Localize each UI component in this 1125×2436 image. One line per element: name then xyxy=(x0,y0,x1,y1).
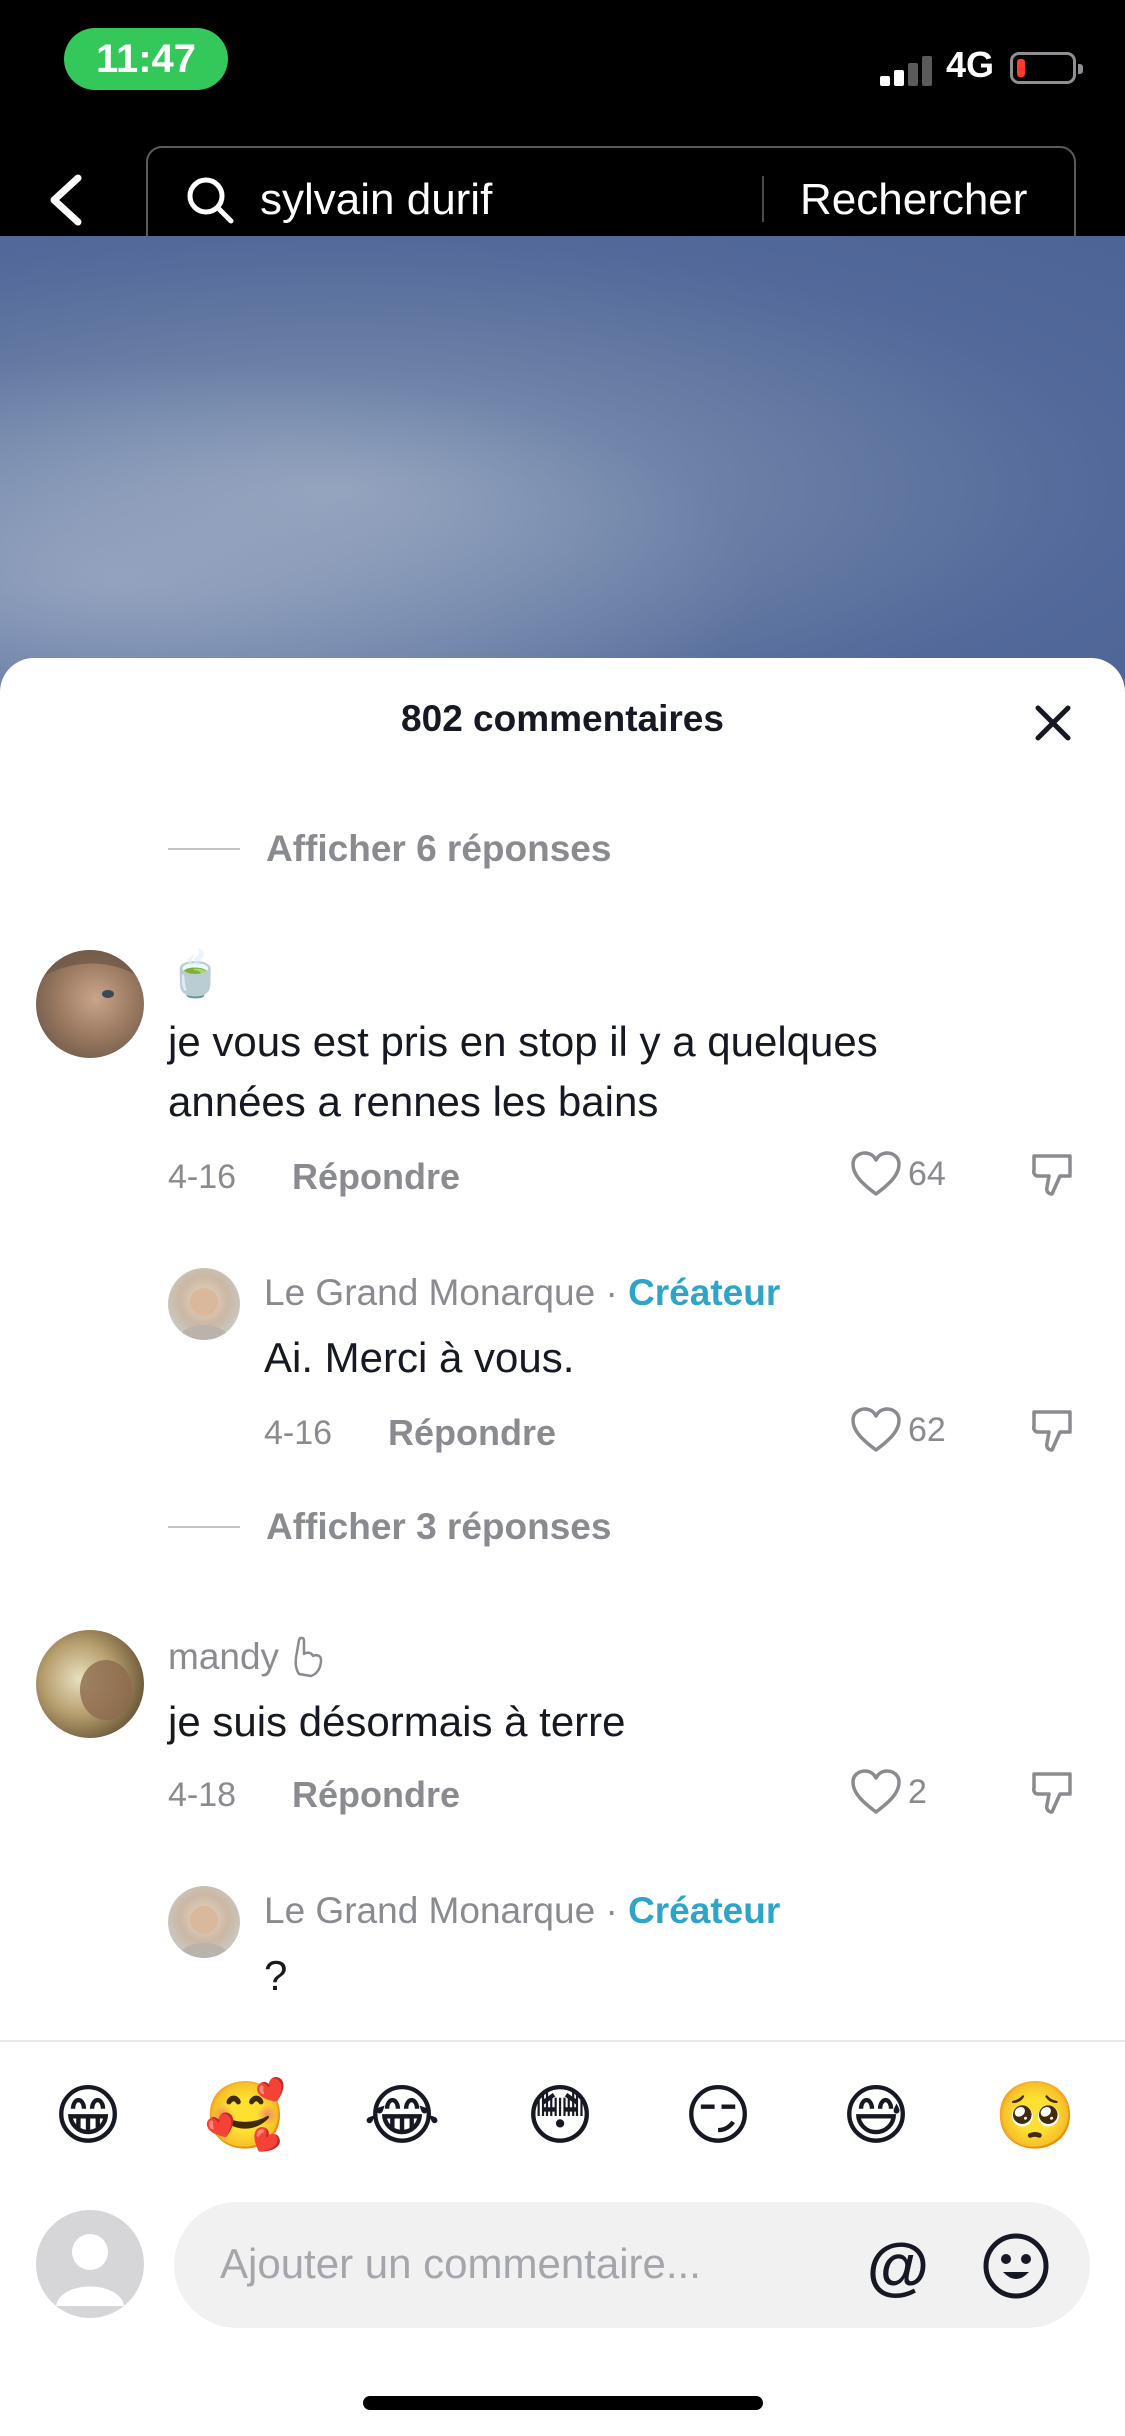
like-button[interactable]: 62 xyxy=(850,1406,946,1454)
dislike-icon[interactable] xyxy=(1030,1770,1076,1816)
heart-icon xyxy=(851,1769,901,1814)
creator-badge: Créateur xyxy=(628,1890,781,1931)
emoji-quick-bar: 😁 🥰 😂 😳 😏 😅 🥺 xyxy=(0,2040,1125,2164)
header-bar: 11:47 4G sylvain durif Rechercher xyxy=(0,0,1125,250)
reply-username: Le Grand Monarque · Créateur xyxy=(264,1890,781,1931)
signal-icon xyxy=(880,52,936,86)
user-avatar xyxy=(36,2210,144,2318)
home-indicator[interactable] xyxy=(363,2396,763,2410)
emoji-picker-icon[interactable] xyxy=(982,2232,1050,2300)
emoji-smiling-hearts-button[interactable]: 🥰 xyxy=(204,2076,286,2156)
heart-icon xyxy=(851,1151,901,1196)
chevron-left-icon xyxy=(50,174,82,226)
emoji-grinning-button[interactable]: 😁 xyxy=(48,2076,128,2156)
like-count: 62 xyxy=(908,1410,946,1449)
like-count: 2 xyxy=(908,1772,927,1811)
dislike-icon[interactable] xyxy=(1030,1408,1076,1454)
default-avatar-icon xyxy=(56,2234,124,2306)
network-type: 4G xyxy=(946,44,995,85)
like-button[interactable]: 64 xyxy=(850,1150,946,1198)
mention-button[interactable]: @ xyxy=(864,2232,932,2300)
back-button[interactable] xyxy=(36,164,96,234)
search-bar[interactable]: sylvain durif Rechercher xyxy=(146,146,1076,250)
emoji-pleading-button[interactable]: 🥺 xyxy=(994,2076,1076,2156)
emoji-sweat-smile-button[interactable]: 😅 xyxy=(836,2076,916,2156)
comment-date: 4-18 xyxy=(168,1776,237,1814)
comment-composer: Ajouter un commentaire... @ xyxy=(0,2164,1125,2354)
reply-username: Le Grand Monarque · Créateur xyxy=(264,1272,781,1313)
user-badge-emoji: 🍵 xyxy=(168,949,223,1000)
view-replies-label: Afficher 6 réponses xyxy=(266,828,612,869)
comment-username: mandy xyxy=(168,1634,329,1680)
view-replies-button[interactable]: Afficher 3 réponses xyxy=(168,1506,611,1548)
reply-button[interactable]: Répondre xyxy=(388,1412,556,1454)
creator-badge: Créateur xyxy=(628,1272,781,1313)
avatar[interactable] xyxy=(36,1630,144,1738)
emoji-flushed-button[interactable]: 😳 xyxy=(520,2076,600,2156)
comment-input-placeholder: Ajouter un commentaire... xyxy=(220,2240,701,2287)
reply-text: Ai. Merci à vous. xyxy=(264,1334,575,1381)
search-icon xyxy=(187,177,234,224)
search-input[interactable]: sylvain durif xyxy=(260,174,492,226)
status-time: 11:47 xyxy=(64,28,228,90)
emoji-smirk-button[interactable]: 😏 xyxy=(678,2076,758,2156)
close-icon[interactable] xyxy=(1030,700,1076,746)
view-replies-button[interactable]: Afficher 6 réponses xyxy=(168,828,611,870)
heart-icon xyxy=(851,1407,901,1452)
comment-text: je suis désormais à terre xyxy=(168,1698,626,1745)
view-replies-label: Afficher 3 réponses xyxy=(266,1506,612,1547)
reply-button[interactable]: Répondre xyxy=(292,1156,460,1198)
video-background[interactable] xyxy=(0,236,1125,696)
comments-count-title: 802 commentaires xyxy=(401,698,724,739)
comment-input[interactable]: Ajouter un commentaire... @ xyxy=(174,2202,1090,2328)
reply-text: ? xyxy=(264,1952,288,1999)
search-submit-button[interactable]: Rechercher xyxy=(800,174,1027,226)
avatar[interactable] xyxy=(168,1886,240,1958)
battery-icon xyxy=(1010,52,1083,84)
comment-date: 4-16 xyxy=(168,1158,237,1196)
dislike-icon[interactable] xyxy=(1030,1152,1076,1198)
comment-text: je vous est pris en stop il y a quelques… xyxy=(168,1018,878,1125)
like-button[interactable]: 2 xyxy=(850,1768,927,1816)
avatar[interactable] xyxy=(36,950,144,1058)
hand-gesture-icon xyxy=(294,1636,323,1678)
reply-button[interactable]: Répondre xyxy=(292,1774,460,1816)
emoji-joy-button[interactable]: 😂 xyxy=(362,2076,442,2156)
reply-date: 4-16 xyxy=(264,1414,333,1452)
search-divider xyxy=(762,176,764,222)
like-count: 64 xyxy=(908,1154,946,1193)
avatar[interactable] xyxy=(168,1268,240,1340)
